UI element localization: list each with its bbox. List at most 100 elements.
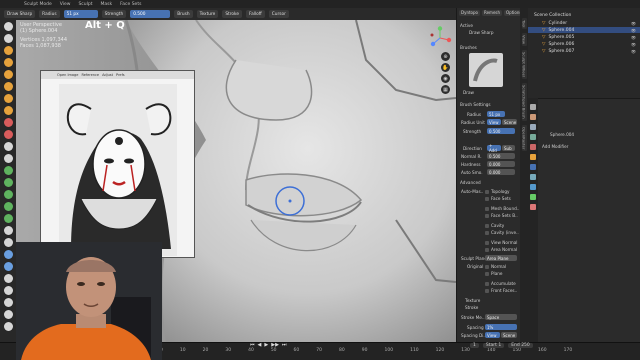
view-normal-toggle[interactable]: View Normal xyxy=(485,240,517,245)
sculpt-brush-tool-icon[interactable] xyxy=(3,238,13,247)
radius-field[interactable]: 51 px xyxy=(63,10,98,18)
direction-subtract-button[interactable]: Sub xyxy=(502,145,515,151)
original-normal-toggle[interactable]: Normal xyxy=(485,264,506,269)
checkbox[interactable] xyxy=(485,207,489,211)
area-normal-toggle[interactable]: Area Normal xyxy=(485,247,517,252)
tool-icon[interactable] xyxy=(530,104,536,110)
zoom-icon[interactable]: ⊕ xyxy=(441,52,450,61)
sculpt-brush-tool-icon[interactable] xyxy=(3,70,13,79)
start-frame-field[interactable]: Start 1 xyxy=(482,343,505,348)
ref-tab[interactable]: Prefs xyxy=(116,73,125,77)
checkbox[interactable] xyxy=(485,197,489,201)
menu-stroke[interactable]: Stroke xyxy=(222,10,243,18)
automask-cavity[interactable]: Cavity xyxy=(485,223,504,228)
sculpt-brush-tool-icon[interactable] xyxy=(3,106,13,115)
automask-cavity-inverted[interactable]: Cavity (inve.. xyxy=(485,230,519,235)
play-icon[interactable]: ▶ xyxy=(264,342,268,348)
active-brush-name[interactable]: Draw Sharp xyxy=(469,30,494,35)
spacing-field[interactable]: 1% xyxy=(485,324,517,330)
eye-icon[interactable]: 👁 xyxy=(631,28,636,33)
stroke-header[interactable]: Stroke xyxy=(465,305,478,310)
sculpt-brush-tool-icon[interactable] xyxy=(3,22,13,31)
pan-icon[interactable]: ✋ xyxy=(441,63,450,72)
normal-radius-field[interactable]: 0.500 xyxy=(487,153,515,159)
sidebar-tab-tool[interactable]: Tool xyxy=(521,18,527,30)
brush-thumbnail[interactable] xyxy=(469,53,503,87)
ref-tab[interactable]: Reference xyxy=(81,73,99,77)
sculpt-brush-tool-icon[interactable] xyxy=(3,46,13,55)
outliner-item[interactable]: ▽ Sphere.005 👁 xyxy=(528,34,640,40)
sculpt-brush-tool-icon[interactable] xyxy=(3,190,13,199)
brush-settings-header[interactable]: Brush Settings xyxy=(460,102,491,107)
menu-brush[interactable]: Brush xyxy=(174,10,193,18)
advanced-header[interactable]: Advanced xyxy=(460,180,481,185)
sculpt-brush-tool-icon[interactable] xyxy=(3,226,13,235)
sculpt-brush-tool-icon[interactable] xyxy=(3,166,13,175)
sculpt-brush-tool-icon[interactable] xyxy=(3,322,13,331)
sculpt-brush-tool-icon[interactable] xyxy=(3,118,13,127)
sculpt-brush-tool-icon[interactable] xyxy=(3,94,13,103)
menu-mask[interactable]: Mask xyxy=(101,2,113,7)
menu-falloff[interactable]: Falloff xyxy=(246,10,265,18)
menu-cursor[interactable]: Cursor xyxy=(268,10,289,18)
texture-header[interactable]: Texture xyxy=(465,298,480,303)
sculpt-brush-tool-icon[interactable] xyxy=(3,154,13,163)
wrench-icon[interactable] xyxy=(530,164,536,170)
brush-selector[interactable]: Draw Sharp xyxy=(4,10,36,18)
checkbox[interactable] xyxy=(485,272,489,276)
sculpt-brush-tool-icon[interactable] xyxy=(3,130,13,139)
modifier-object-name[interactable]: Sphere.004 xyxy=(550,132,574,137)
spacing-distance-view[interactable]: View xyxy=(485,332,500,338)
checkbox[interactable] xyxy=(485,265,489,269)
physics-icon[interactable] xyxy=(530,184,536,190)
checkbox[interactable] xyxy=(485,224,489,228)
sculpt-brush-tool-icon[interactable] xyxy=(3,298,13,307)
automask-topology[interactable]: Topology xyxy=(485,189,510,194)
menu-texture[interactable]: Texture xyxy=(196,10,219,18)
spacing-distance-scene[interactable]: Scene xyxy=(501,332,517,338)
checkbox[interactable] xyxy=(485,190,489,194)
sidebar-tab-openraster[interactable]: OpenRaster xyxy=(521,125,527,152)
sidebar-tab-sculpt-wheel[interactable]: Sculpt Wheel xyxy=(521,50,527,80)
outliner-item-selected[interactable]: ▽ Sphere.004 👁 xyxy=(528,27,640,33)
eye-icon[interactable]: 👁 xyxy=(631,49,636,54)
object-icon[interactable] xyxy=(530,154,536,160)
eye-icon[interactable]: 👁 xyxy=(631,35,636,40)
jump-end-icon[interactable]: ⏭ xyxy=(282,342,287,348)
ref-tab[interactable]: Adjust xyxy=(102,73,113,77)
checkbox[interactable] xyxy=(485,248,489,252)
sculpt-plane-dropdown[interactable]: Area Plane xyxy=(485,255,517,261)
sculpt-brush-tool-icon[interactable] xyxy=(3,34,13,43)
output-icon[interactable] xyxy=(530,124,536,130)
strength-field[interactable]: 0.500 xyxy=(130,10,171,18)
outliner-item[interactable]: ▽ Sphere.006 👁 xyxy=(528,41,640,47)
tab-dyntopo[interactable]: Dyntopo xyxy=(459,10,480,16)
sculpt-brush-tool-icon[interactable] xyxy=(3,214,13,223)
radius-unit-view[interactable]: View xyxy=(487,119,501,125)
sculpt-brush-tool-icon[interactable] xyxy=(3,286,13,295)
direction-add-button[interactable]: + Add xyxy=(487,143,501,153)
sculpt-brush-tool-icon[interactable] xyxy=(3,202,13,211)
data-icon[interactable] xyxy=(530,194,536,200)
sidebar-tab-view[interactable]: View xyxy=(521,33,527,47)
scene-icon[interactable] xyxy=(530,134,536,140)
menu-view[interactable]: View xyxy=(60,2,71,7)
sculpt-brush-tool-icon[interactable] xyxy=(3,142,13,151)
automask-mesh-boundary[interactable]: Mesh Bound.. xyxy=(485,206,519,211)
scene-collection-row[interactable]: Scene Collection xyxy=(528,12,640,18)
menu-sculpt[interactable]: Sculpt xyxy=(78,2,92,7)
particles-icon[interactable] xyxy=(530,174,536,180)
eye-icon[interactable]: 👁 xyxy=(631,42,636,47)
step-back-icon[interactable]: ◀ xyxy=(258,342,262,348)
reference-image-window[interactable]: Open Image Reference Adjust Prefs xyxy=(40,70,195,258)
ref-tab[interactable]: Open Image xyxy=(57,73,78,77)
automask-face-sets-boundary[interactable]: Face Sets B.. xyxy=(485,213,518,218)
front-faces-toggle[interactable]: Front Faces.. xyxy=(485,288,517,293)
sculpt-brush-tool-icon[interactable] xyxy=(3,82,13,91)
sculpt-brush-tool-icon[interactable] xyxy=(3,178,13,187)
add-modifier-button[interactable]: Add Modifier xyxy=(542,144,568,149)
radius-field[interactable]: 51 px xyxy=(487,111,505,117)
checkbox[interactable] xyxy=(485,241,489,245)
hardness-field[interactable]: 0.000 xyxy=(487,161,515,167)
navigation-gizmo[interactable] xyxy=(428,26,452,50)
